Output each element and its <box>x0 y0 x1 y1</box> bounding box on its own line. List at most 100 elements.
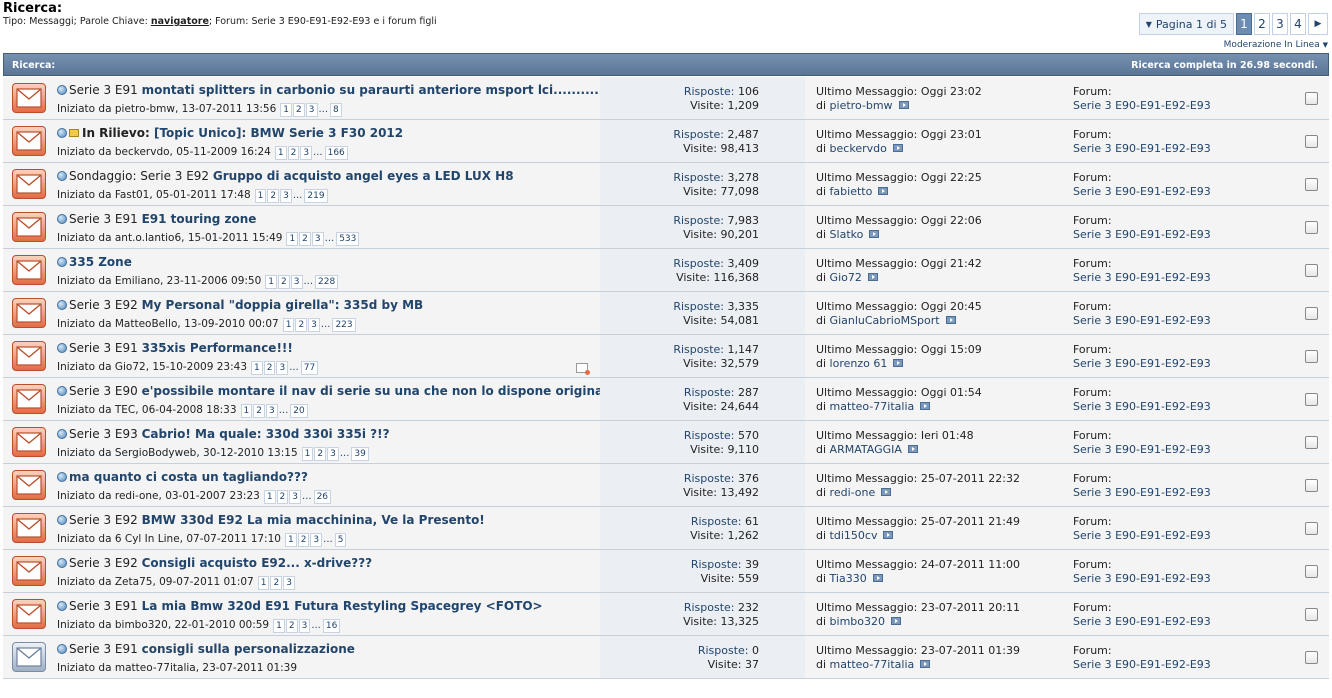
replies-label[interactable]: Risposte: <box>673 171 724 184</box>
thread-title-link[interactable]: Gruppo di acquisto angel eyes a LED LUX … <box>213 169 514 183</box>
last-post-user[interactable]: redi-one <box>830 486 876 499</box>
thread-select-checkbox[interactable] <box>1305 651 1318 664</box>
go-to-last-post-icon[interactable] <box>907 445 918 453</box>
envelope-icon[interactable] <box>12 255 46 285</box>
thread-last-page-link[interactable]: 8 <box>330 103 342 117</box>
go-to-last-post-icon[interactable] <box>891 617 902 625</box>
thread-title-link[interactable]: consigli sulla personalizzazione <box>142 642 355 656</box>
thread-page-link[interactable]: 2 <box>293 103 305 117</box>
envelope-icon[interactable] <box>12 169 46 199</box>
last-post-user[interactable]: Gio72 <box>830 271 862 284</box>
thread-page-link[interactable]: 2 <box>267 189 280 203</box>
thread-page-link[interactable]: 1 <box>257 576 270 590</box>
thread-page-link[interactable]: 3 <box>276 361 289 375</box>
last-post-user[interactable]: lorenzo 61 <box>830 357 888 370</box>
thread-page-link[interactable]: 1 <box>301 447 314 461</box>
thread-select-checkbox[interactable] <box>1305 393 1318 406</box>
starter-name[interactable]: ant.o.lantio6 <box>115 232 181 244</box>
thread-page-link[interactable]: 3 <box>305 103 318 117</box>
replies-label[interactable]: Risposte: <box>691 558 742 571</box>
forum-link[interactable]: Serie 3 E90-E91-E92-E93 <box>1073 314 1211 327</box>
thread-title-link[interactable]: E91 touring zone <box>142 212 257 226</box>
thread-last-page-link[interactable]: 16 <box>322 619 341 633</box>
thread-page-link[interactable]: 3 <box>310 533 323 547</box>
envelope-icon[interactable] <box>12 298 46 328</box>
replies-label[interactable]: Risposte: <box>684 472 735 485</box>
replies-label[interactable]: Risposte: <box>673 300 724 313</box>
thread-select-checkbox[interactable] <box>1305 565 1318 578</box>
go-to-last-post-icon[interactable] <box>898 101 909 109</box>
replies-label[interactable]: Risposte: <box>684 85 735 98</box>
thread-select-checkbox[interactable] <box>1305 264 1318 277</box>
thread-page-link[interactable]: 3 <box>311 232 324 246</box>
forum-link[interactable]: Serie 3 E90-E91-E92-E93 <box>1073 443 1211 456</box>
attachment-icon[interactable] <box>576 363 590 375</box>
last-post-user[interactable]: fabietto <box>830 185 873 198</box>
forum-link[interactable]: Serie 3 E90-E91-E92-E93 <box>1073 658 1211 671</box>
thread-page-link[interactable]: 1 <box>286 232 299 246</box>
thread-page-link[interactable]: 1 <box>282 318 295 332</box>
forum-link[interactable]: Serie 3 E90-E91-E92-E93 <box>1073 142 1211 155</box>
go-to-last-post-icon[interactable] <box>872 574 883 582</box>
envelope-icon[interactable] <box>12 470 46 500</box>
thread-page-link[interactable]: 3 <box>280 189 292 203</box>
criteria-keyword[interactable]: navigatore <box>151 16 209 27</box>
last-post-user[interactable]: ARMATAGGIA <box>830 443 902 456</box>
thread-last-page-link[interactable]: 166 <box>324 146 348 160</box>
last-post-user[interactable]: pietro-bmw <box>830 99 893 112</box>
thread-select-checkbox[interactable] <box>1305 608 1318 621</box>
thread-page-link[interactable]: 2 <box>314 447 327 461</box>
thread-page-link[interactable]: 1 <box>274 146 287 160</box>
replies-label[interactable]: Risposte: <box>698 644 749 657</box>
thread-page-link[interactable]: 2 <box>276 490 289 504</box>
thread-select-checkbox[interactable] <box>1305 221 1318 234</box>
go-to-last-post-icon[interactable] <box>878 187 889 195</box>
thread-page-link[interactable]: 1 <box>240 404 253 418</box>
replies-label[interactable]: Risposte: <box>684 429 735 442</box>
thread-select-checkbox[interactable] <box>1305 522 1318 535</box>
forum-link[interactable]: Serie 3 E90-E91-E92-E93 <box>1073 99 1211 112</box>
next-page-icon[interactable]: ▶ <box>1308 13 1328 35</box>
envelope-icon[interactable] <box>12 642 46 672</box>
thread-last-page-link[interactable]: 26 <box>313 490 332 504</box>
envelope-icon[interactable] <box>12 513 46 543</box>
thread-title-link[interactable]: My Personal "doppia girella": 335d by MB <box>142 298 424 312</box>
starter-name[interactable]: 6 Cyl In Line <box>115 533 180 545</box>
starter-name[interactable]: Zeta75 <box>115 576 153 588</box>
thread-page-link[interactable]: 3 <box>300 146 313 160</box>
last-post-user[interactable]: tdi150cv <box>830 529 878 542</box>
last-post-user[interactable]: GianluCabrioMSport <box>830 314 940 327</box>
page-link-3[interactable]: 3 <box>1272 13 1288 35</box>
thread-page-link[interactable]: 2 <box>297 533 310 547</box>
forum-link[interactable]: Serie 3 E90-E91-E92-E93 <box>1073 486 1211 499</box>
thread-select-checkbox[interactable] <box>1305 92 1318 105</box>
thread-page-link[interactable]: 2 <box>295 318 308 332</box>
starter-name[interactable]: bimbo320 <box>115 619 168 631</box>
thread-title-link[interactable]: Consigli acquisto E92... x-drive??? <box>142 556 373 570</box>
thread-last-page-link[interactable]: 5 <box>334 533 347 547</box>
page-info-dropdown[interactable]: ▼ Pagina 1 di 5 <box>1138 13 1234 35</box>
thread-page-link[interactable]: 2 <box>263 361 276 375</box>
thread-page-link[interactable]: 3 <box>298 619 311 633</box>
replies-label[interactable]: Risposte: <box>673 128 724 141</box>
thread-page-link[interactable]: 1 <box>263 490 276 504</box>
starter-name[interactable]: Emiliano <box>115 275 160 287</box>
envelope-icon[interactable] <box>12 556 46 586</box>
thread-last-page-link[interactable]: 533 <box>336 232 360 246</box>
thread-select-checkbox[interactable] <box>1305 479 1318 492</box>
thread-title-link[interactable]: montati splitters in carbonio su paraurt… <box>142 83 608 97</box>
starter-name[interactable]: Gio72 <box>115 361 146 373</box>
envelope-icon[interactable] <box>12 384 46 414</box>
thread-page-link[interactable]: 2 <box>253 404 266 418</box>
thread-page-link[interactable]: 2 <box>285 619 298 633</box>
envelope-icon[interactable] <box>12 212 46 242</box>
envelope-icon[interactable] <box>12 126 46 156</box>
starter-name[interactable]: redi-one <box>115 490 159 502</box>
thread-page-link[interactable]: 1 <box>273 619 285 633</box>
starter-name[interactable]: pietro-bmw <box>115 103 175 115</box>
forum-link[interactable]: Serie 3 E90-E91-E92-E93 <box>1073 400 1211 413</box>
moderation-menu[interactable]: Moderazione In Linea ▼ <box>1224 40 1328 50</box>
thread-page-link[interactable]: 1 <box>254 189 267 203</box>
replies-label[interactable]: Risposte: <box>691 515 742 528</box>
last-post-user[interactable]: Tia330 <box>830 572 867 585</box>
